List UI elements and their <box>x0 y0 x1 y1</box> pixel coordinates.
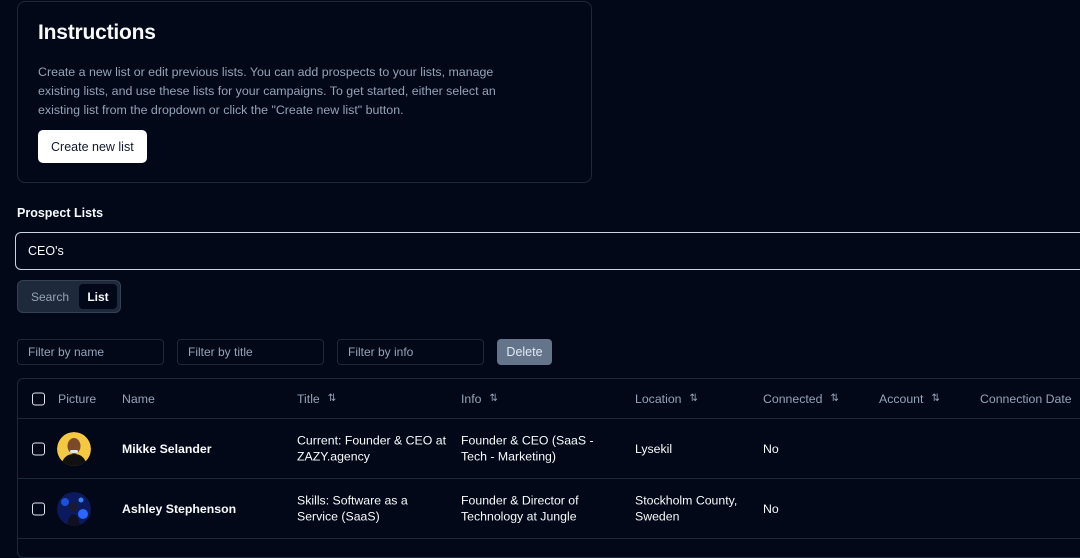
prospect-name: Ashley Stephenson <box>122 501 237 516</box>
prospect-location: Stockholm County, Sweden <box>635 493 738 524</box>
column-header-name[interactable]: Name <box>122 390 155 407</box>
column-header-account[interactable]: Account ⇅ <box>879 390 940 407</box>
prospect-location: Lysekil <box>635 441 673 456</box>
filter-by-info-input[interactable] <box>337 339 484 365</box>
prospect-title: Current: Founder & CEO at ZAZY.agency <box>297 433 446 464</box>
prospect-list-selected-value: CEO's <box>28 244 64 258</box>
sort-icon: ⇅ <box>489 392 498 404</box>
prospect-connected: No <box>763 501 779 516</box>
filter-by-name-input[interactable] <box>17 339 164 365</box>
create-new-list-button[interactable]: Create new list <box>38 130 147 163</box>
delete-button[interactable]: Delete <box>497 339 552 365</box>
toggle-search[interactable]: Search <box>21 284 79 309</box>
prospect-info: Founder & Director of Technology at Jung… <box>461 493 579 524</box>
avatar <box>57 431 91 466</box>
prospect-info: Founder & CEO (SaaS - Tech - Marketing) <box>461 433 594 464</box>
table-row[interactable]: Mikke Selander Current: Founder & CEO at… <box>18 419 1080 479</box>
prospect-name: Mikke Selander <box>122 441 212 456</box>
avatar <box>57 491 91 526</box>
row-checkbox[interactable] <box>32 502 45 515</box>
sort-icon: ⇅ <box>689 392 698 404</box>
prospect-lists-label: Prospect Lists <box>17 206 104 220</box>
column-header-info[interactable]: Info ⇅ <box>461 390 498 407</box>
prospect-connected: No <box>763 441 779 456</box>
prospect-list-select[interactable]: CEO's <box>15 232 1080 270</box>
table-row[interactable]: Ashley Stephenson Skills: Software as a … <box>18 479 1080 539</box>
sort-icon: ⇅ <box>830 392 839 404</box>
column-header-location[interactable]: Location ⇅ <box>635 390 698 407</box>
column-header-picture: Picture <box>58 391 97 406</box>
toggle-list[interactable]: List <box>79 284 117 309</box>
column-header-title[interactable]: Title ⇅ <box>297 390 336 407</box>
column-header-connection-date[interactable]: Connection Date <box>980 390 1072 407</box>
sort-icon: ⇅ <box>931 392 940 404</box>
sort-icon: ⇅ <box>327 392 337 404</box>
prospects-table: Picture Name Title ⇅ Info ⇅ Location ⇅ Conn… <box>17 378 1080 558</box>
select-all-checkbox[interactable] <box>32 392 45 405</box>
row-checkbox[interactable] <box>32 442 45 455</box>
column-header-connected[interactable]: Connected ⇅ <box>763 390 839 407</box>
prospect-title: Skills: Software as a Service (SaaS) <box>297 493 408 524</box>
table-header-row: Picture Name Title ⇅ Info ⇅ Location ⇅ Conn… <box>18 379 1080 419</box>
instructions-body: Create a new list or edit previous lists… <box>38 65 496 117</box>
view-toggle: Search List <box>17 280 121 313</box>
instructions-title: Instructions <box>38 21 156 44</box>
filter-by-title-input[interactable] <box>177 339 324 365</box>
instructions-card: Instructions Create a new list or edit p… <box>17 1 592 183</box>
